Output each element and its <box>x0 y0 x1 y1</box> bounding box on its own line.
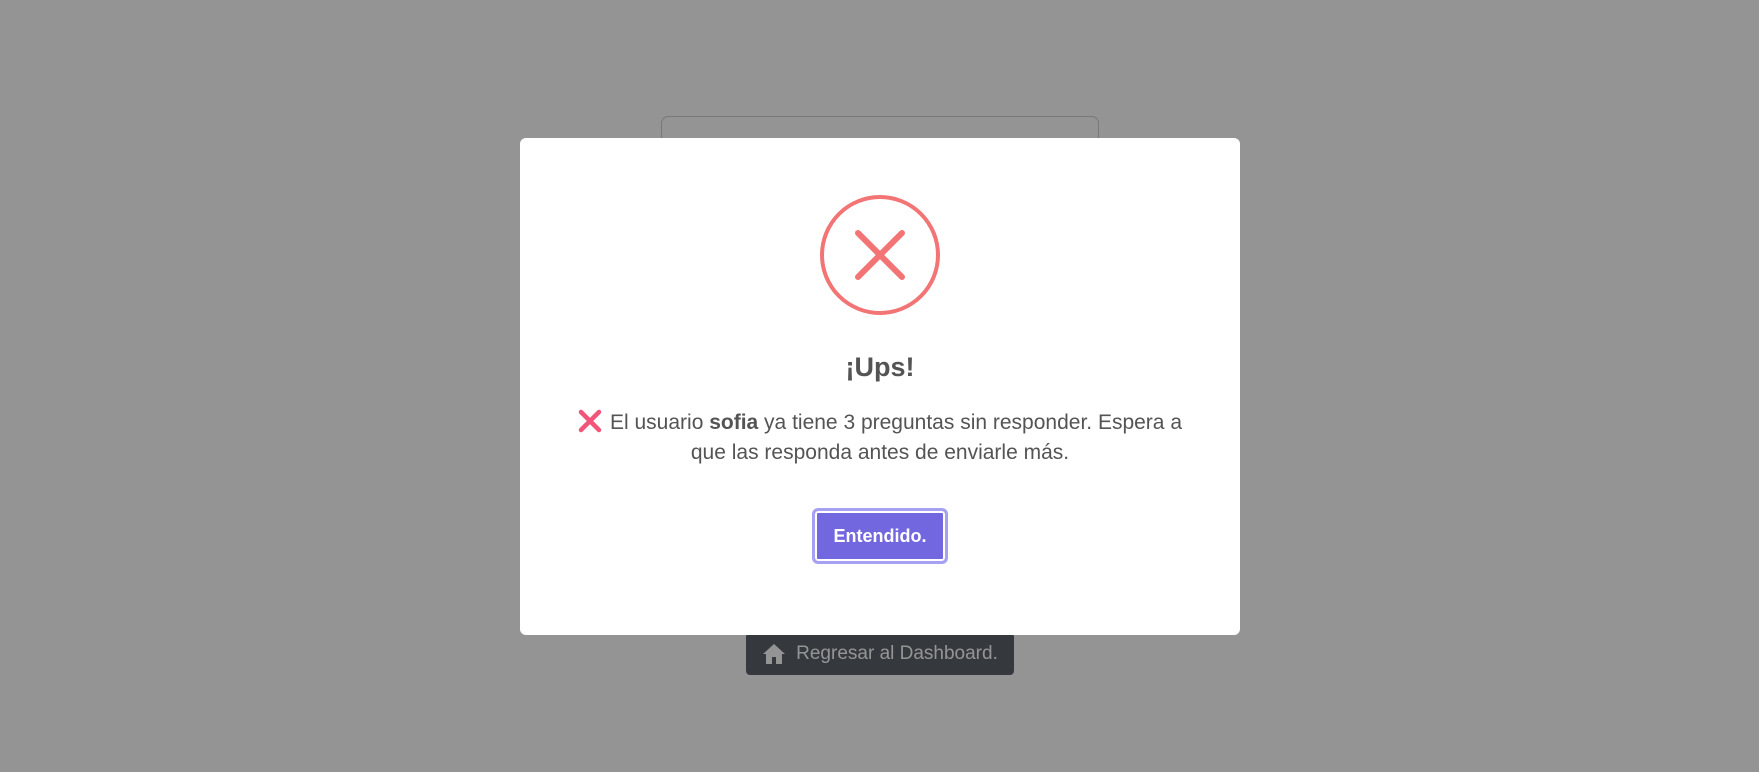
error-dialog: ¡Ups! El usuario sofia ya tiene 3 pregun… <box>520 138 1240 635</box>
message-username: sofia <box>709 411 759 434</box>
message-text-before: El usuario <box>609 411 710 434</box>
cross-mark-icon <box>578 409 602 433</box>
dialog-title: ¡Ups! <box>845 352 915 382</box>
page: Regresar al Dashboard. ¡Ups! El usuario … <box>0 0 1759 772</box>
confirm-button[interactable]: Entendido. <box>812 508 948 564</box>
dialog-message: El usuario sofia ya tiene 3 preguntas si… <box>560 408 1200 468</box>
error-x-icon <box>819 194 941 316</box>
message-text-after: ya tiene 3 preguntas sin responder. Espe… <box>690 411 1182 464</box>
